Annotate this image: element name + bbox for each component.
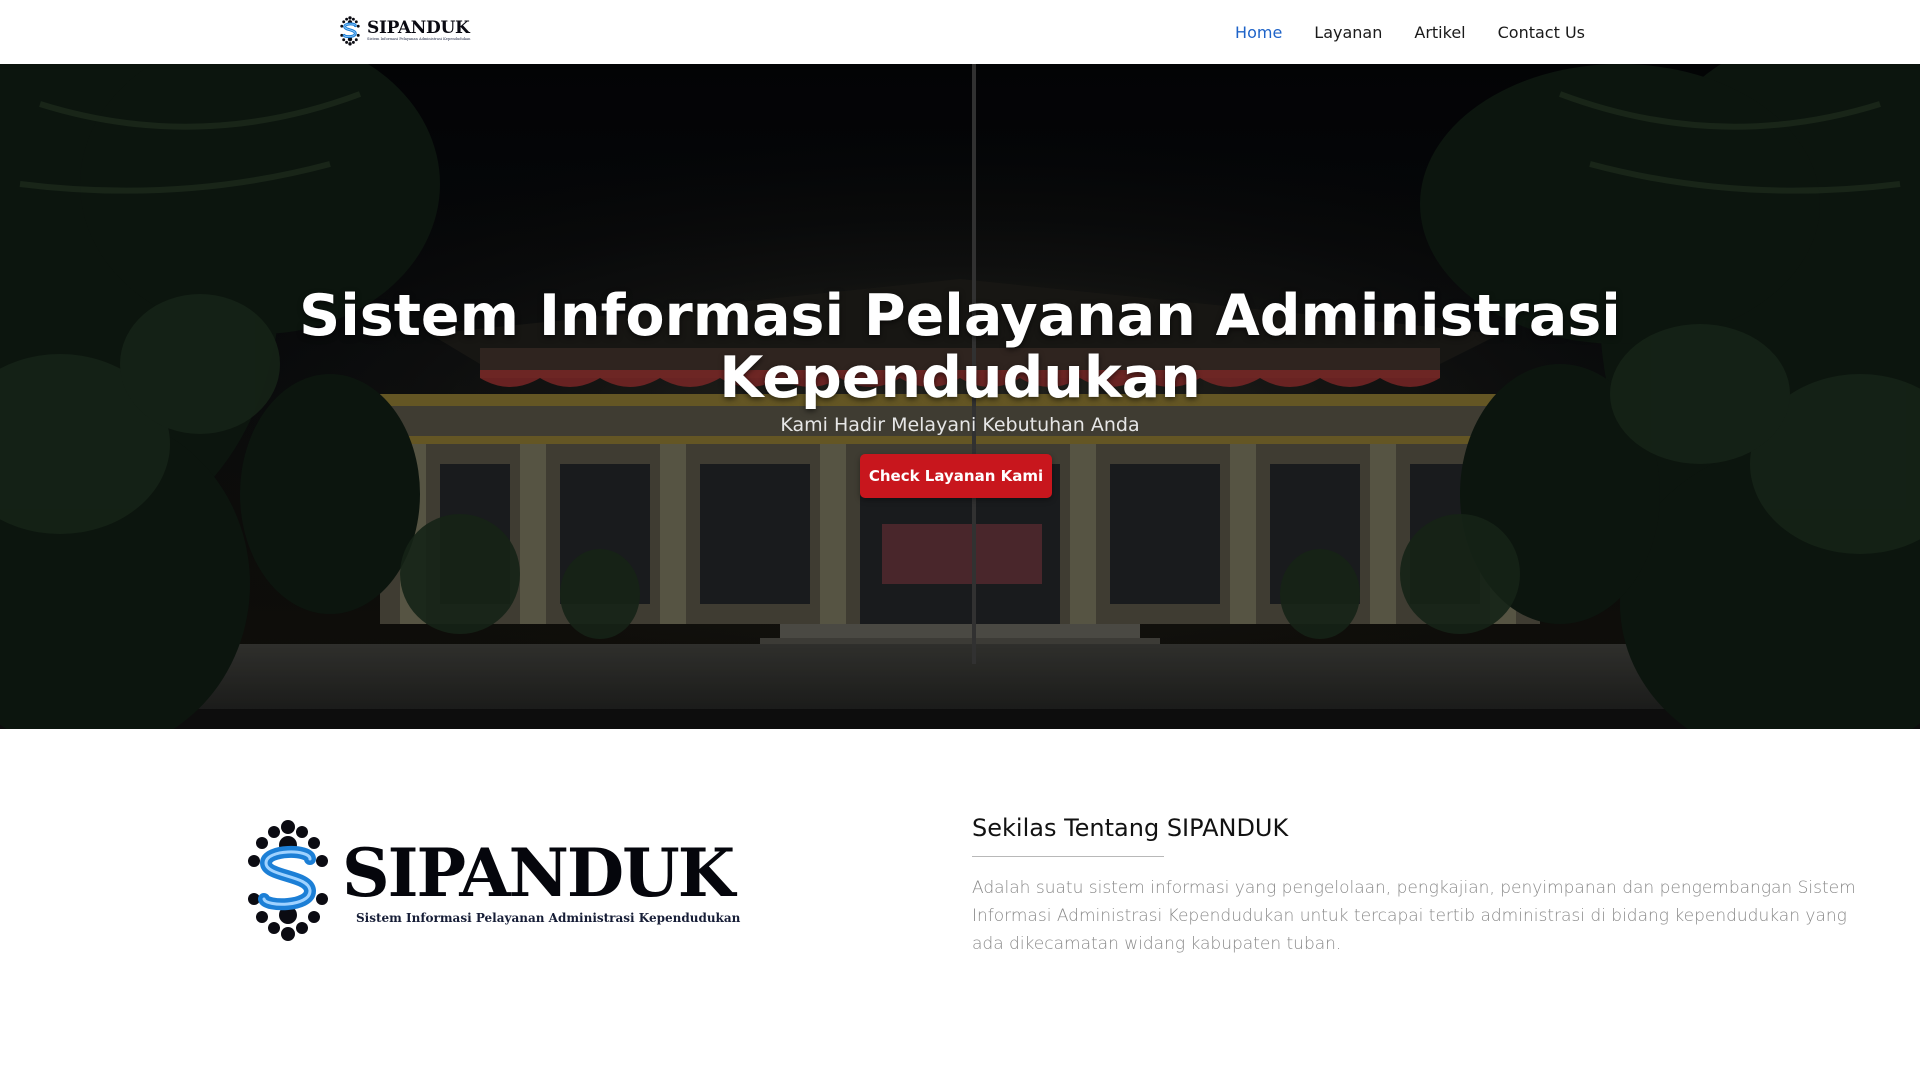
logo-wordmark: SIPANDUK xyxy=(342,834,735,912)
check-layanan-button[interactable]: Check Layanan Kami xyxy=(860,454,1052,498)
hero-title: Sistem Informasi Pelayanan Administrasi … xyxy=(0,285,1920,409)
about-heading: Sekilas Tentang SIPANDUK xyxy=(972,814,1289,842)
nav-item-home[interactable]: Home xyxy=(1235,23,1282,42)
logo-tagline: Sistem Informasi Pelayanan Administrasi … xyxy=(356,911,741,925)
sipanduk-logo-icon xyxy=(340,16,360,46)
hero-title-line-2: Kependudukan xyxy=(719,345,1201,411)
brand-tagline: Sistem Informasi Pelayanan Administrasi … xyxy=(367,37,471,42)
about-section: SIPANDUK Sistem Informasi Pelayanan Admi… xyxy=(0,729,1920,1080)
nav-item-contact-us[interactable]: Contact Us xyxy=(1498,23,1585,42)
hero-subtitle: Kami Hadir Melayani Kebutuhan Anda xyxy=(780,414,1140,436)
nav-item-artikel[interactable]: Artikel xyxy=(1414,23,1465,42)
sipanduk-logo-icon xyxy=(248,820,328,941)
hero-title-line-1: Sistem Informasi Pelayanan Administrasi xyxy=(299,283,1621,349)
heading-divider xyxy=(972,856,1164,857)
nav-item-layanan[interactable]: Layanan xyxy=(1314,23,1382,42)
hero-section: Sistem Informasi Pelayanan Administrasi … xyxy=(0,64,1920,729)
about-description: Adalah suatu sistem informasi yang penge… xyxy=(972,878,1856,954)
brand-name: SIPANDUK xyxy=(367,18,470,39)
sipanduk-logo: SIPANDUK Sistem Informasi Pelayanan Admi… xyxy=(246,819,746,949)
main-menu: Home Layanan Artikel Contact Us xyxy=(1235,0,1585,64)
navbar: SIPANDUK Sistem Informasi Pelayanan Admi… xyxy=(0,0,1920,64)
brand-logo-link[interactable]: SIPANDUK Sistem Informasi Pelayanan Admi… xyxy=(338,16,471,46)
